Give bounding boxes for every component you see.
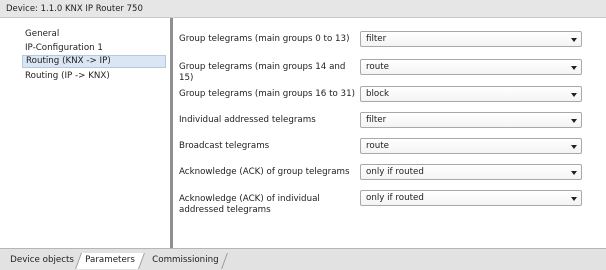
tab-label: Parameters — [85, 255, 135, 265]
sidebar-item-routing-ip-to-knx[interactable]: Routing (IP -> KNX) — [25, 70, 110, 83]
param-select-group-0-13[interactable]: filter — [360, 31, 582, 47]
tab-label: Commissioning — [152, 255, 219, 265]
tab-device-objects[interactable]: Device objects — [1, 253, 84, 269]
sidebar: General IP-Configuration 1 Routing (KNX … — [0, 18, 170, 248]
param-select-ack-individual[interactable]: only if routed — [360, 190, 582, 206]
param-label-broadcast: Broadcast telegrams — [179, 141, 270, 151]
param-label-individual-addressed: Individual addressed telegrams — [179, 115, 316, 125]
tab-bar: Device objects Parameters Commissioning — [0, 248, 606, 270]
tab-label: Device objects — [10, 255, 74, 265]
chevron-down-icon — [571, 197, 577, 201]
param-select-individual-addressed[interactable]: filter — [360, 112, 582, 128]
param-value: filter — [366, 115, 387, 125]
param-label-group-14-15: Group telegrams (main groups 14 and 15) — [179, 62, 346, 83]
param-value: route — [366, 62, 389, 72]
param-select-group-16-31[interactable]: block — [360, 86, 582, 102]
param-value: block — [366, 89, 390, 99]
sidebar-item-routing-knx-to-ip[interactable]: Routing (KNX -> IP) — [22, 55, 166, 68]
param-value: filter — [366, 34, 387, 44]
param-value: route — [366, 141, 389, 151]
param-label-ack-group: Acknowledge (ACK) of group telegrams — [179, 167, 350, 177]
param-label-group-16-31: Group telegrams (main groups 16 to 31) — [179, 89, 355, 99]
chevron-down-icon — [571, 145, 577, 149]
param-value: only if routed — [366, 193, 424, 203]
parameter-panel: Group telegrams (main groups 0 to 13) fi… — [173, 18, 606, 248]
sidebar-item-general[interactable]: General — [25, 28, 59, 41]
param-label-group-0-13: Group telegrams (main groups 0 to 13) — [179, 34, 350, 44]
tab-parameters[interactable]: Parameters — [75, 253, 145, 269]
chevron-down-icon — [571, 93, 577, 97]
param-label-ack-individual: Acknowledge (ACK) of individual addresse… — [179, 194, 320, 215]
chevron-down-icon — [571, 171, 577, 175]
param-select-broadcast[interactable]: route — [360, 138, 582, 154]
chevron-down-icon — [571, 38, 577, 42]
sidebar-item-ip-configuration-1[interactable]: IP-Configuration 1 — [25, 42, 103, 55]
chevron-down-icon — [571, 66, 577, 70]
tab-commissioning[interactable]: Commissioning — [143, 253, 229, 269]
window-title: Device: 1.1.0 KNX IP Router 750 — [0, 0, 606, 18]
param-select-ack-group[interactable]: only if routed — [360, 164, 582, 180]
param-select-group-14-15[interactable]: route — [360, 59, 582, 75]
param-value: only if routed — [366, 167, 424, 177]
chevron-down-icon — [571, 119, 577, 123]
